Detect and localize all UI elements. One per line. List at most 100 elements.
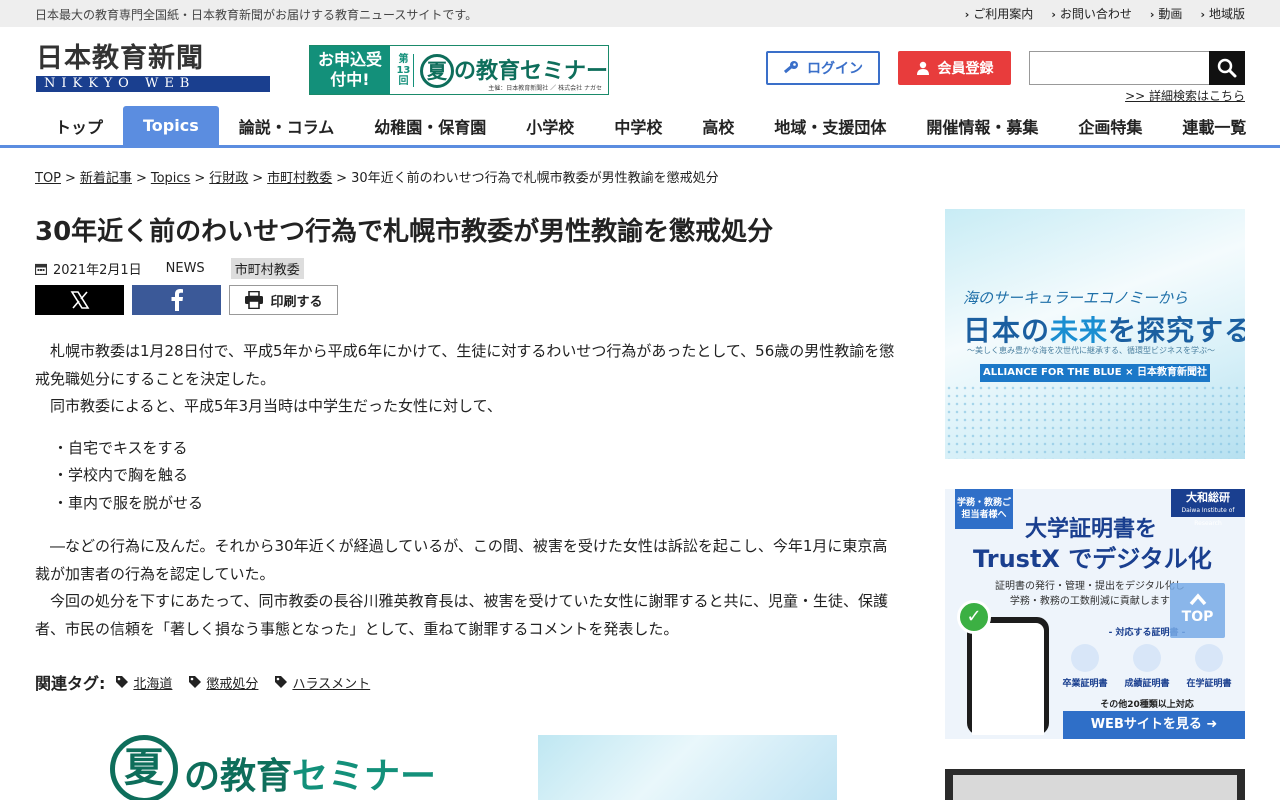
sidebar-ad-ocean[interactable]: 海のサーキュラーエコノミーから 日本の未来を探究する 〜美しく恵み豊かな海を次世… bbox=[945, 209, 1245, 459]
advanced-search-link[interactable]: >> 詳細検索はこちら bbox=[1125, 87, 1245, 104]
share-facebook-button[interactable] bbox=[132, 285, 221, 315]
id-card-icon bbox=[1195, 644, 1223, 672]
breadcrumb-admin[interactable]: 行財政 bbox=[209, 171, 248, 186]
search-button[interactable] bbox=[1209, 51, 1245, 85]
share-buttons: 印刷する bbox=[35, 285, 338, 315]
related-tags: 関連タグ: 北海道 懲戒処分 ハラスメント bbox=[35, 670, 386, 694]
seminar-banner[interactable]: お申込受付中! 第13回 夏の教育セミナー 主催：日本教育新聞社 ／ 株式会社 … bbox=[309, 45, 609, 95]
nav-editorial[interactable]: 論説・コラム bbox=[219, 106, 355, 145]
article-paragraph: 札幌市教委は1月28日付で、平成5年から平成6年にかけて、生徒に対するわいせつ行… bbox=[35, 342, 895, 388]
tag-icon bbox=[275, 676, 288, 688]
phone-illustration bbox=[967, 617, 1049, 735]
banner-edition: 第13回 bbox=[394, 53, 414, 87]
seminar-ad-natsu: 夏 bbox=[110, 735, 178, 800]
trustx-ad-corner: 学務・教務ご担当者様へ bbox=[955, 489, 1013, 529]
article-title: 30年近く前のわいせつ行為で札幌市教委が男性教諭を懲戒処分 bbox=[35, 217, 774, 247]
utility-links: › ご利用案内 › お問い合わせ › 動画 › 地域版 bbox=[965, 5, 1245, 22]
chevron-right-icon: › bbox=[1149, 8, 1155, 21]
cert-graduation: 卒業証明書 bbox=[1057, 644, 1113, 689]
login-button[interactable]: ログイン bbox=[766, 51, 880, 85]
breadcrumb-top[interactable]: TOP bbox=[35, 171, 61, 186]
ocean-ad-bottom[interactable] bbox=[538, 735, 837, 800]
back-to-top-button[interactable]: TOP bbox=[1170, 583, 1225, 638]
facebook-icon bbox=[171, 289, 183, 311]
search-icon bbox=[1217, 58, 1237, 78]
site-tagline: 日本最大の教育専門全国紙・日本教育新聞がお届けする教育ニュースサイトです。 bbox=[35, 8, 478, 22]
cert-grades: 成績証明書 bbox=[1119, 644, 1175, 689]
chevron-up-icon bbox=[1189, 593, 1206, 606]
ocean-ad-line1: 海のサーキュラーエコノミーから bbox=[963, 289, 1189, 307]
link-video[interactable]: › 動画 bbox=[1150, 5, 1183, 22]
cert-enrollment: 在学証明書 bbox=[1181, 644, 1237, 689]
nav-top[interactable]: トップ bbox=[35, 106, 123, 145]
x-logo-icon bbox=[70, 291, 89, 309]
trustx-ad-brand: 大和総研 Daiwa Institute of Research bbox=[1171, 489, 1245, 527]
breadcrumb-new[interactable]: 新着記事 bbox=[80, 171, 132, 186]
trustx-ad-headline2: TrustX でデジタル化 bbox=[973, 545, 1212, 573]
trustx-ad-desc: 証明書の発行・管理・提出をデジタル化し 学務・教務の工数削減に貢献します bbox=[995, 581, 1185, 607]
article-paragraph: ―などの行為に及んだ。それから30年近くが経過しているが、この間、被害を受けた女… bbox=[35, 537, 888, 583]
chevron-right-icon: › bbox=[1051, 8, 1056, 21]
article-paragraph: 同市教委によると、平成5年3月当時は中学生だった女性に対して、 bbox=[50, 397, 502, 415]
article-paragraph: 今回の処分を下すにあたって、同市教委の長谷川雅英教育長は、被害を受けていた女性に… bbox=[35, 592, 889, 638]
breadcrumb-current: 30年近く前のわいせつ行為で札幌市教委が男性教諭を懲戒処分 bbox=[351, 171, 719, 186]
list-item: ・車内で服を脱がせる bbox=[53, 493, 204, 512]
nav-regional-support[interactable]: 地域・支援団体 bbox=[754, 106, 906, 145]
ocean-ad-bar: ALLIANCE FOR THE BLUE × 日本教育新聞社 bbox=[980, 364, 1210, 382]
nav-kindergarten[interactable]: 幼稚園・保育園 bbox=[354, 106, 506, 145]
site-logo[interactable]: 日本教育新聞 NIKKYO WEB bbox=[36, 44, 270, 92]
article-category: NEWS bbox=[165, 261, 205, 276]
main-nav: トップ Topics 論説・コラム 幼稚園・保育園 小学校 中学校 高校 地域・… bbox=[0, 106, 1280, 148]
medal-icon bbox=[1133, 644, 1161, 672]
related-tag-harassment[interactable]: ハラスメント bbox=[274, 673, 370, 692]
nav-series[interactable]: 連載一覧 bbox=[1162, 106, 1266, 145]
related-tag-discipline[interactable]: 懲戒処分 bbox=[188, 673, 258, 692]
chevron-right-icon: › bbox=[1200, 8, 1205, 21]
printer-icon bbox=[245, 291, 264, 309]
certificate-icon bbox=[1071, 644, 1099, 672]
article-date: 2021年2月1日 bbox=[53, 263, 142, 278]
link-regional[interactable]: › 地域版 bbox=[1200, 5, 1245, 22]
ocean-ad-line2: 日本の未来を探究する bbox=[963, 314, 1245, 347]
trustx-ad-cta: WEBサイトを見る ➜ bbox=[1063, 711, 1245, 739]
key-icon bbox=[783, 61, 798, 74]
breadcrumb-municipal[interactable]: 市町村教委 bbox=[267, 171, 332, 186]
article-body: 札幌市教委は1月28日付で、平成5年から平成6年にかけて、生徒に対するわいせつ行… bbox=[35, 338, 897, 643]
link-contact[interactable]: › お問い合わせ bbox=[1051, 5, 1132, 22]
breadcrumb-topics[interactable]: Topics bbox=[151, 171, 190, 186]
top-strip: 日本最大の教育専門全国紙・日本教育新聞がお届けする教育ニュースサイトです。 › ご… bbox=[0, 0, 1280, 27]
search-input[interactable] bbox=[1029, 51, 1209, 85]
sidebar-ad-third[interactable] bbox=[945, 769, 1245, 800]
article-list: ・自宅でキスをする ・学校内で胸を触る ・車内で服を脱がせる bbox=[35, 435, 897, 518]
nav-topics[interactable]: Topics bbox=[123, 106, 219, 145]
user-icon bbox=[916, 61, 929, 75]
nav-events[interactable]: 開催情報・募集 bbox=[906, 106, 1058, 145]
ocean-ad-line3: 〜美しく恵み豊かな海を次世代に継承する、循環型ビジネスを学ぶ〜 bbox=[967, 346, 1215, 355]
share-x-button[interactable] bbox=[35, 285, 124, 315]
print-button[interactable]: 印刷する bbox=[229, 285, 338, 315]
nav-junior-high[interactable]: 中学校 bbox=[594, 106, 682, 145]
link-guide[interactable]: › ご利用案内 bbox=[965, 5, 1034, 22]
nav-features[interactable]: 企画特集 bbox=[1058, 106, 1162, 145]
banner-sponsor: 主催：日本教育新聞社 ／ 株式会社 ナガセ bbox=[488, 85, 602, 92]
breadcrumb: TOP > 新着記事 > Topics > 行財政 > 市町村教委 >30年近く前のわいせつ行為で… bbox=[35, 171, 719, 186]
seminar-ad-text: の教育セミナー bbox=[184, 756, 437, 797]
check-icon: ✓ bbox=[957, 600, 991, 634]
related-tags-label: 関連タグ: bbox=[35, 674, 106, 693]
banner-apply-label: お申込受付中! bbox=[310, 46, 390, 94]
tag-icon bbox=[189, 676, 202, 688]
nav-elementary[interactable]: 小学校 bbox=[506, 106, 594, 145]
tag-icon bbox=[116, 676, 129, 688]
list-item: ・学校内で胸を触る bbox=[53, 466, 189, 484]
logo-jp: 日本教育新聞 bbox=[36, 43, 204, 74]
seminar-ad-bottom[interactable]: 夏 の教育セミナー bbox=[110, 735, 436, 800]
nav-high-school[interactable]: 高校 bbox=[682, 106, 754, 145]
logo-en: NIKKYO WEB bbox=[36, 76, 270, 92]
chevron-right-icon: › bbox=[964, 8, 970, 21]
register-button[interactable]: 会員登録 bbox=[898, 51, 1011, 85]
list-item: ・自宅でキスをする bbox=[53, 438, 188, 457]
calendar-icon bbox=[35, 263, 47, 275]
article-meta: 2021年2月1日 NEWS 市町村教委 bbox=[35, 258, 304, 279]
article-tag[interactable]: 市町村教委 bbox=[230, 258, 304, 279]
related-tag-hokkaido[interactable]: 北海道 bbox=[115, 673, 172, 692]
